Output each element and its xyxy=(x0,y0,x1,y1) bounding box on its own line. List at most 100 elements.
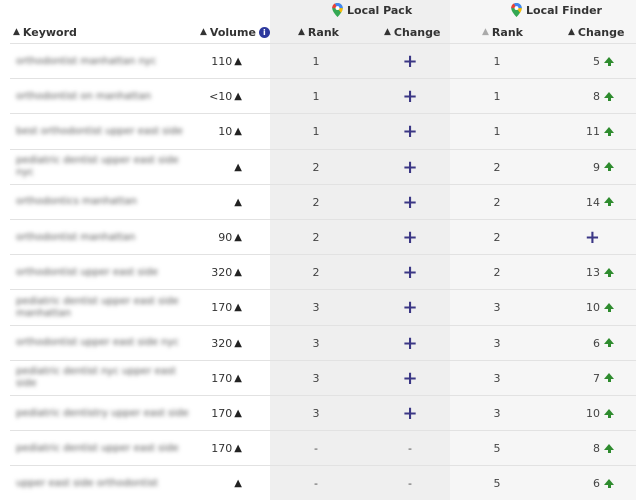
finder-change-value: 14 xyxy=(586,195,600,209)
warning-icon[interactable]: ▲ xyxy=(234,443,242,454)
sort-icon: ▲ xyxy=(298,26,305,37)
pack-rank-cell: 2 xyxy=(312,195,320,209)
volume-column-header[interactable]: ▲ Volume i xyxy=(200,24,270,40)
volume-value: 10 xyxy=(218,125,233,139)
volume-cell: 320 ▲ xyxy=(211,255,242,290)
finder-change-header-label: Change xyxy=(577,25,625,39)
warning-icon[interactable]: ▲ xyxy=(234,267,242,278)
finder-change-value: 7 xyxy=(593,371,600,385)
finder-change-value: 13 xyxy=(586,266,600,280)
finder-rank-cell: 2 xyxy=(493,160,501,174)
finder-rank-column-header[interactable]: ▲ Rank xyxy=(482,24,523,40)
finder-change-cell: 9 xyxy=(560,150,614,185)
warning-icon[interactable]: ▲ xyxy=(234,197,242,208)
volume-cell: <10 ▲ xyxy=(209,79,242,114)
local-pack-group-header: Local Pack xyxy=(332,3,412,17)
table-row[interactable]: orthodontist upper east side 320 ▲ 2 + 2 … xyxy=(0,255,636,290)
sort-icon: ▲ xyxy=(568,26,575,37)
finder-change-cell: 13 xyxy=(560,255,614,290)
pack-rank-column-header[interactable]: ▲ Rank xyxy=(298,24,339,40)
table-row[interactable]: pediatric dentist upper east side nyc ▲ … xyxy=(0,150,636,185)
pack-change-cell: + xyxy=(402,403,418,424)
warning-icon[interactable]: ▲ xyxy=(234,126,242,137)
finder-rank-cell: 3 xyxy=(493,407,501,420)
finder-change-column-header[interactable]: ▲ Change xyxy=(568,24,624,40)
arrow-up-icon xyxy=(604,162,614,172)
sort-icon: ▲ xyxy=(384,26,391,37)
table-row[interactable]: pediatric dentist upper east side 170 ▲ -… xyxy=(0,431,636,466)
finder-change-cell: 6 xyxy=(560,326,614,361)
finder-change-cell: 6 xyxy=(560,466,614,501)
table-row[interactable]: orthodontist manhattan 90 ▲ 2 + 2 + xyxy=(0,220,636,255)
warning-icon[interactable]: ▲ xyxy=(234,338,242,349)
pack-change-column-header[interactable]: ▲ Change xyxy=(384,24,440,40)
volume-value: 170 xyxy=(211,371,233,385)
table-row[interactable]: upper east side orthodontist ▲ - - 5 6 xyxy=(0,466,636,501)
finder-rank-cell: 3 xyxy=(493,301,501,315)
warning-icon[interactable]: ▲ xyxy=(234,478,242,489)
warning-icon[interactable]: ▲ xyxy=(234,408,242,419)
volume-value: 170 xyxy=(211,407,233,420)
local-finder-group-header: Local Finder xyxy=(511,3,602,17)
arrow-up-icon xyxy=(604,338,614,348)
table-row[interactable]: orthodontist on manhattan <10 ▲ 1 + 1 8 xyxy=(0,79,636,114)
finder-change-cell: 5 xyxy=(560,44,614,79)
pack-rank-cell: 1 xyxy=(312,90,320,104)
pack-rank-cell: - xyxy=(314,477,318,491)
pack-rank-cell: 3 xyxy=(312,301,320,315)
finder-change-cell: 10 xyxy=(560,396,614,431)
finder-change-value: 5 xyxy=(593,55,600,68)
table-row[interactable]: orthodontist manhattan nyc 110 ▲ 1 + 1 5 xyxy=(0,44,636,79)
finder-change-value: 6 xyxy=(593,336,600,350)
warning-icon[interactable]: ▲ xyxy=(234,232,242,243)
finder-change-value: 8 xyxy=(593,442,600,456)
arrow-up-icon xyxy=(604,126,614,136)
volume-cell: 170 ▲ xyxy=(211,290,242,325)
pack-change-cell: + xyxy=(402,262,418,284)
keyword-cell: pediatric dentist upper east side xyxy=(16,442,179,454)
keyword-cell: orthodontist upper east side xyxy=(16,266,158,278)
pack-rank-cell: 1 xyxy=(312,125,320,139)
finder-change-value: 9 xyxy=(593,160,600,174)
table-row[interactable]: pediatric dentist nyc upper east side 17… xyxy=(0,361,636,396)
warning-icon[interactable]: ▲ xyxy=(234,162,242,173)
table-row[interactable]: orthodontics manhattan ▲ 2 + 2 14 xyxy=(0,185,636,220)
pack-change-cell: - xyxy=(408,442,412,456)
volume-value: 110 xyxy=(211,55,233,68)
warning-icon[interactable]: ▲ xyxy=(234,91,242,102)
keyword-cell: pediatric dentist upper east side nyc xyxy=(16,155,179,179)
pack-change-header-label: Change xyxy=(393,25,441,39)
finder-rank-cell: 1 xyxy=(493,90,501,104)
warning-icon[interactable]: ▲ xyxy=(234,373,242,384)
arrow-up-icon xyxy=(604,373,614,383)
pack-change-cell: + xyxy=(402,86,418,108)
table-row[interactable]: best orthodontist upper east side 10 ▲ 1 … xyxy=(0,114,636,149)
warning-icon[interactable]: ▲ xyxy=(234,56,242,67)
warning-icon[interactable]: ▲ xyxy=(234,302,242,313)
table-row[interactable]: pediatric dentistry upper east side 170 ▲… xyxy=(0,396,636,431)
arrow-up-icon xyxy=(604,56,614,66)
finder-change-value: 10 xyxy=(586,407,600,420)
table-row[interactable]: orthodontist upper east side nyc 320 ▲ 3 … xyxy=(0,326,636,361)
volume-cell: 110 ▲ xyxy=(211,44,242,79)
keyword-column-header[interactable]: ▲︎ Keyword xyxy=(13,24,77,40)
volume-cell: 10 ▲ xyxy=(218,114,242,149)
pack-rank-cell: 2 xyxy=(312,266,320,280)
finder-change-cell: 10 xyxy=(560,290,614,325)
pack-change-cell: + xyxy=(402,51,418,72)
local-pack-label: Local Pack xyxy=(347,3,413,17)
arrow-up-icon xyxy=(604,267,614,277)
pack-change-cell: - xyxy=(408,477,412,491)
volume-cell: ▲ xyxy=(232,150,242,185)
finder-rank-cell: 2 xyxy=(493,266,501,280)
info-icon[interactable]: i xyxy=(258,26,270,38)
pack-rank-header-label: Rank xyxy=(307,25,339,39)
finder-rank-cell: 2 xyxy=(493,231,501,244)
keyword-cell: orthodontist on manhattan xyxy=(16,90,152,102)
table-row[interactable]: pediatric dentist upper east side manhat… xyxy=(0,290,636,325)
finder-rank-cell: 5 xyxy=(493,442,501,456)
volume-header-label: Volume xyxy=(209,25,256,39)
volume-value: 90 xyxy=(218,231,233,244)
finder-change-value: 8 xyxy=(593,90,600,104)
keyword-cell: pediatric dentist upper east side manhat… xyxy=(16,295,179,319)
